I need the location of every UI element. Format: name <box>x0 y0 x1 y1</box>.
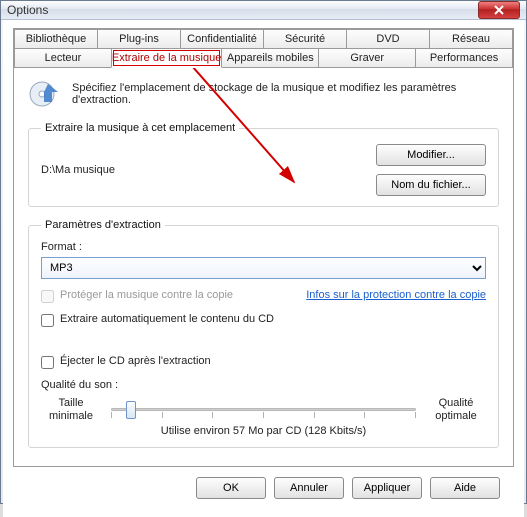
quality-slider[interactable] <box>111 398 416 422</box>
checkbox-eject[interactable] <box>41 356 54 369</box>
titlebar: Options <box>1 1 526 20</box>
legend-params: Paramètres d'extraction <box>41 219 165 231</box>
apply-button[interactable]: Appliquer <box>352 477 422 499</box>
help-button[interactable]: Aide <box>430 477 500 499</box>
format-select[interactable]: MP3 <box>41 257 486 279</box>
filename-button[interactable]: Nom du fichier... <box>376 174 486 196</box>
checkbox-copy-protect <box>41 290 54 303</box>
dialog-footer: OK Annuler Appliquer Aide <box>13 467 514 509</box>
dialog-body: Bibliothèque Plug-ins Confidentialité Sé… <box>3 20 524 517</box>
tab-securite[interactable]: Sécurité <box>263 29 347 49</box>
group-location: Extraire la musique à cet emplacement D:… <box>28 122 499 207</box>
tab-plugins[interactable]: Plug-ins <box>97 29 181 49</box>
tab-lecteur[interactable]: Lecteur <box>14 48 112 68</box>
group-params: Paramètres d'extraction Format : MP3 Pro… <box>28 219 499 448</box>
label-auto-rip: Extraire automatiquement le contenu du C… <box>60 313 274 325</box>
label-eject: Éjecter le CD après l'extraction <box>60 355 211 367</box>
close-icon <box>494 5 504 15</box>
checkbox-auto-rip[interactable] <box>41 314 54 327</box>
row-auto-rip: Extraire automatiquement le contenu du C… <box>41 313 486 327</box>
tab-panel-extraire: Spécifiez l'emplacement de stockage de l… <box>14 68 513 466</box>
tab-row-2: Lecteur Extraire de la musique Appareils… <box>14 48 513 68</box>
slider-max-label: Qualitéoptimale <box>426 397 486 423</box>
slider-thumb[interactable] <box>126 401 136 419</box>
ok-button[interactable]: OK <box>196 477 266 499</box>
modify-button[interactable]: Modifier... <box>376 144 486 166</box>
link-copy-info[interactable]: Infos sur la protection contre la copie <box>306 289 486 301</box>
format-label: Format : <box>41 241 486 253</box>
label-copy-protect: Protéger la musique contre la copie <box>60 289 233 301</box>
cancel-button[interactable]: Annuler <box>274 477 344 499</box>
options-dialog: Options Bibliothèque Plug-ins Confidenti… <box>0 0 527 504</box>
tab-row-1: Bibliothèque Plug-ins Confidentialité Sé… <box>14 29 513 49</box>
cd-rip-icon <box>28 78 62 112</box>
close-button[interactable] <box>478 1 520 19</box>
tab-container: Bibliothèque Plug-ins Confidentialité Sé… <box>13 28 514 467</box>
tab-bibliotheque[interactable]: Bibliothèque <box>14 29 98 49</box>
window-title: Options <box>7 3 478 17</box>
row-eject: Éjecter le CD après l'extraction <box>41 355 486 369</box>
tab-graver[interactable]: Graver <box>318 48 416 68</box>
row-copy-protect: Protéger la musique contre la copie Info… <box>41 289 486 303</box>
tab-reseau[interactable]: Réseau <box>429 29 513 49</box>
tab-extraire-musique[interactable]: Extraire de la musique <box>111 48 222 68</box>
legend-location: Extraire la musique à cet emplacement <box>41 122 239 134</box>
tab-confidentialite[interactable]: Confidentialité <box>180 29 264 49</box>
quality-section: Qualité du son : Tailleminimale <box>41 379 486 437</box>
slider-min-label: Tailleminimale <box>41 397 101 423</box>
usage-text: Utilise environ 57 Mo par CD (128 Kbits/… <box>41 425 486 437</box>
tab-dvd[interactable]: DVD <box>346 29 430 49</box>
tab-performances[interactable]: Performances <box>415 48 513 68</box>
quality-label: Qualité du son : <box>41 379 486 391</box>
header-text: Spécifiez l'emplacement de stockage de l… <box>72 78 499 106</box>
header: Spécifiez l'emplacement de stockage de l… <box>28 78 499 112</box>
tab-appareils-mobiles[interactable]: Appareils mobiles <box>221 48 319 68</box>
rip-path: D:\Ma musique <box>41 164 376 176</box>
